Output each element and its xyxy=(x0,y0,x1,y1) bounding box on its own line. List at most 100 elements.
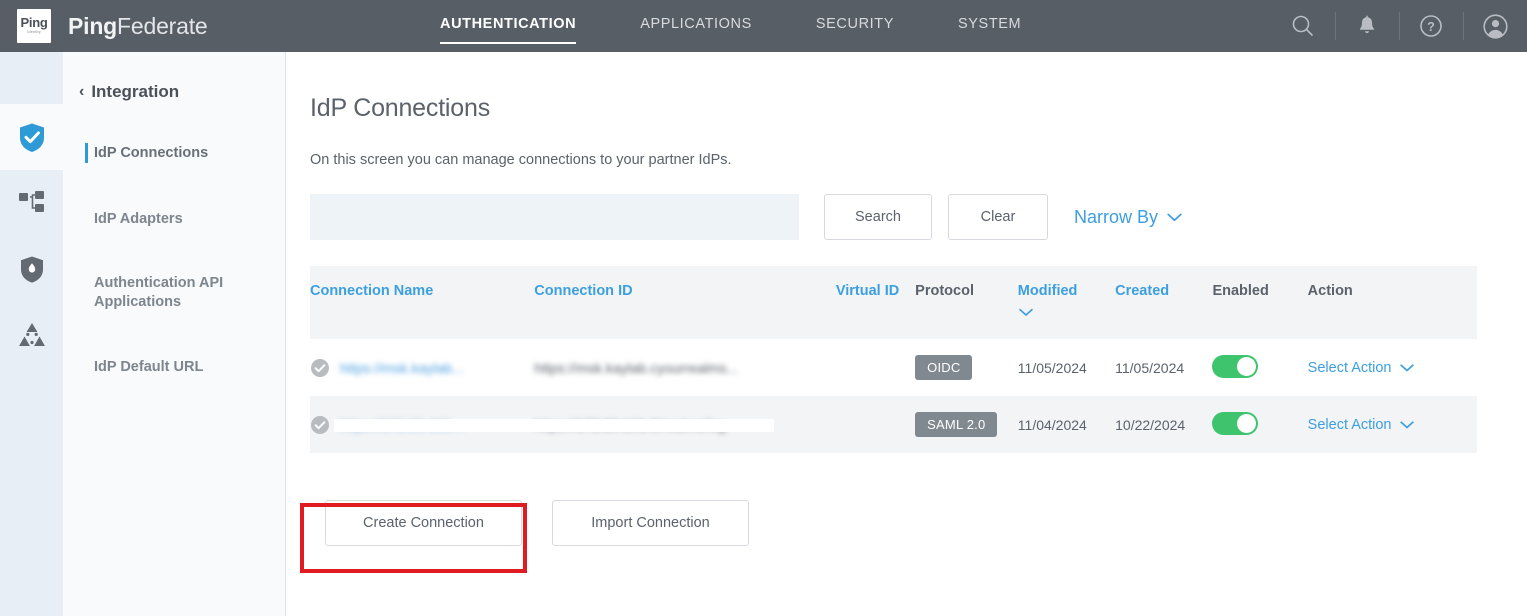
svg-text:?: ? xyxy=(1427,20,1435,34)
notifications-bell-icon[interactable] xyxy=(1335,0,1399,52)
primary-navigation: AUTHENTICATION APPLICATIONS SECURITY SYS… xyxy=(440,0,1085,52)
cell-modified: 11/05/2024 xyxy=(1018,339,1115,396)
column-header-connection-id[interactable]: Connection ID xyxy=(534,266,836,339)
column-header-created[interactable]: Created xyxy=(1115,266,1212,339)
nav-tab-authentication[interactable]: AUTHENTICATION xyxy=(440,0,576,54)
import-connection-button[interactable]: Import Connection xyxy=(552,500,749,546)
cell-action: Select Action xyxy=(1308,339,1477,396)
protocol-badge: OIDC xyxy=(915,355,972,380)
top-header-bar: Ping Identity PingFederate AUTHENTICATIO… xyxy=(0,0,1527,52)
table-header-row: Connection Name Connection ID Virtual ID… xyxy=(310,266,1477,339)
table-body: https://msk.kaylab... https://msk.kaylab… xyxy=(310,339,1477,453)
cell-created: 10/22/2024 xyxy=(1115,396,1212,453)
sidebar-item-label: IdP Default URL xyxy=(94,358,203,377)
adapters-nodes-icon xyxy=(17,188,47,218)
check-circle-icon xyxy=(310,358,330,378)
select-action-dropdown[interactable]: Select Action xyxy=(1308,360,1477,376)
column-header-connection-name[interactable]: Connection Name xyxy=(310,266,534,339)
sidebar-item-authentication-api-applications[interactable]: Authentication API Applications xyxy=(63,252,285,334)
main-content-area: IdP Connections On this screen you can m… xyxy=(286,52,1527,616)
rail-icon-idp-connections[interactable] xyxy=(0,104,63,170)
cell-virtual-id xyxy=(836,396,915,453)
narrow-by-dropdown[interactable]: Narrow By xyxy=(1074,207,1182,228)
column-header-modified-label: Modified xyxy=(1018,283,1078,299)
cell-protocol: SAML 2.0 xyxy=(915,396,1018,453)
cell-enabled xyxy=(1212,396,1307,453)
connection-name-link[interactable]: https://msk.kaylab... xyxy=(340,360,464,376)
sidebar-item-idp-default-url[interactable]: IdP Default URL xyxy=(63,334,285,400)
clear-button[interactable]: Clear xyxy=(948,194,1048,240)
nav-tab-security[interactable]: SECURITY xyxy=(816,0,894,54)
brand-bold: Ping xyxy=(68,13,117,39)
nav-tab-system-label: SYSTEM xyxy=(958,16,1021,32)
connection-id-text: https://msk.kaylab.cyourrealms... xyxy=(534,360,738,376)
cell-virtual-id xyxy=(836,339,915,396)
brand-light: Federate xyxy=(117,13,207,39)
cell-action: Select Action xyxy=(1308,396,1477,453)
search-input[interactable] xyxy=(310,194,799,240)
select-action-label: Select Action xyxy=(1308,360,1392,376)
cluster-triangles-icon xyxy=(17,321,47,349)
search-button[interactable]: Search xyxy=(824,194,932,240)
rail-icon-authentication-api-applications[interactable] xyxy=(0,236,63,302)
narrow-by-label: Narrow By xyxy=(1074,207,1158,228)
create-connection-button[interactable]: Create Connection xyxy=(325,500,522,546)
connection-name-link[interactable]: https://172.20.101... xyxy=(340,417,464,433)
table-row: https://msk.kaylab... https://msk.kaylab… xyxy=(310,339,1477,396)
enabled-toggle[interactable] xyxy=(1212,412,1258,435)
header-icon-group: ? xyxy=(1271,0,1527,52)
sidebar-back-integration[interactable]: ‹ Integration xyxy=(63,52,285,102)
nav-tab-authentication-label: AUTHENTICATION xyxy=(440,16,576,32)
sidebar-menu-list: IdP Connections IdP Adapters Authenticat… xyxy=(63,120,285,400)
user-avatar-icon[interactable] xyxy=(1463,0,1527,52)
column-header-virtual-id[interactable]: Virtual ID xyxy=(836,266,915,339)
logo-sub-text: Identity xyxy=(27,29,41,35)
idp-connections-table: Connection Name Connection ID Virtual ID… xyxy=(310,266,1477,453)
cell-protocol: OIDC xyxy=(915,339,1018,396)
toggle-knob xyxy=(1237,414,1256,433)
chevron-down-icon xyxy=(1400,364,1414,372)
nav-tab-applications-label: APPLICATIONS xyxy=(640,16,752,32)
rail-top-spacer xyxy=(0,52,63,104)
table-row: https://172.20.101... https://172.20.101… xyxy=(310,396,1477,453)
column-header-enabled: Enabled xyxy=(1212,266,1307,339)
sidebar-menu-panel: ‹ Integration IdP Connections IdP Adapte… xyxy=(63,52,286,616)
page-description: On this screen you can manage connection… xyxy=(310,152,1477,168)
chevron-left-icon: ‹ xyxy=(79,84,84,100)
enabled-toggle[interactable] xyxy=(1212,355,1258,378)
sidebar-item-idp-adapters[interactable]: IdP Adapters xyxy=(63,186,285,252)
sidebar-item-label: IdP Connections xyxy=(94,144,208,163)
search-icon[interactable] xyxy=(1271,0,1335,52)
column-header-modified[interactable]: Modified xyxy=(1018,266,1115,339)
sort-descending-chevron-icon xyxy=(1018,304,1115,323)
cell-enabled xyxy=(1212,339,1307,396)
sidebar-item-idp-connections[interactable]: IdP Connections xyxy=(63,120,285,186)
brand-block[interactable]: Ping Identity PingFederate xyxy=(0,9,300,43)
nav-tab-applications[interactable]: APPLICATIONS xyxy=(640,0,752,54)
chevron-down-icon xyxy=(1167,213,1182,222)
table-header: Connection Name Connection ID Virtual ID… xyxy=(310,266,1477,339)
sidebar-item-label: Authentication API Applications xyxy=(94,274,285,312)
rail-icon-idp-default-url[interactable] xyxy=(0,302,63,368)
footer-button-group: Create Connection Import Connection xyxy=(310,500,1477,546)
cell-created: 11/05/2024 xyxy=(1115,339,1212,396)
help-icon[interactable]: ? xyxy=(1399,0,1463,52)
chevron-down-icon xyxy=(1400,421,1414,429)
select-action-dropdown[interactable]: Select Action xyxy=(1308,417,1477,433)
product-title: PingFederate xyxy=(68,13,208,40)
protocol-badge: SAML 2.0 xyxy=(915,412,997,437)
cell-connection-name: https://172.20.101... xyxy=(310,396,534,453)
ping-identity-logo-icon: Ping Identity xyxy=(17,9,51,43)
logo-main-text: Ping xyxy=(21,17,48,29)
page-title: IdP Connections xyxy=(310,94,1477,123)
check-circle-icon xyxy=(310,415,330,435)
sidebar-icon-rail xyxy=(0,52,63,616)
rail-icon-idp-adapters[interactable] xyxy=(0,170,63,236)
connection-id-text: https://172.20.101.9/realms/lsg xyxy=(534,417,725,433)
nav-tab-system[interactable]: SYSTEM xyxy=(958,0,1021,54)
cell-connection-id: https://172.20.101.9/realms/lsg xyxy=(534,396,836,453)
column-header-action: Action xyxy=(1308,266,1477,339)
sidebar-item-label: IdP Adapters xyxy=(94,210,183,229)
shield-check-icon xyxy=(17,122,47,153)
column-header-protocol: Protocol xyxy=(915,266,1018,339)
